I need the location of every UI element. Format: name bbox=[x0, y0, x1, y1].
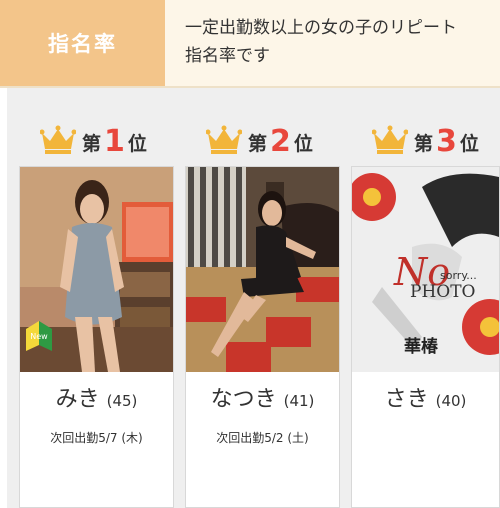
profile-photo[interactable]: New bbox=[20, 167, 173, 372]
description-line-1: 一定出勤数以上の女の子のリピート bbox=[185, 18, 457, 38]
tab-shimeiritsu[interactable]: 指名率 bbox=[0, 0, 165, 86]
no-photo-label: PHOTO bbox=[410, 282, 475, 302]
no-photo-sorry: sorry... bbox=[440, 269, 477, 282]
svg-text:New: New bbox=[30, 332, 48, 341]
rank-1-prefix: 第 bbox=[82, 133, 102, 155]
cast-name-text: みき bbox=[55, 387, 100, 412]
crown-icon bbox=[206, 125, 242, 154]
shop-logo: 華椿 bbox=[404, 336, 439, 357]
description-line-2: 指名率です bbox=[185, 46, 270, 66]
cast-age: (40) bbox=[435, 392, 467, 410]
cast-name[interactable]: なつき (41) bbox=[186, 381, 339, 413]
rank-3-suffix: 位 bbox=[459, 133, 479, 155]
rank-3-number: 3 bbox=[436, 124, 457, 159]
ranking-card-1[interactable]: New みき (45) 次回出勤5/7 (木) bbox=[19, 166, 174, 508]
rank-3-prefix: 第 bbox=[414, 133, 434, 155]
rank-2-suffix: 位 bbox=[293, 133, 313, 155]
cast-name-text: なつき bbox=[210, 387, 277, 412]
crown-icon bbox=[372, 125, 408, 154]
cast-name[interactable]: みき (45) bbox=[20, 381, 173, 413]
cast-name[interactable]: さき (40) bbox=[352, 381, 499, 413]
description: 一定出勤数以上の女の子のリピート 指名率です bbox=[165, 0, 500, 86]
rank-2-prefix: 第 bbox=[248, 133, 268, 155]
no-photo-image[interactable]: No sorry... PHOTO 華椿 bbox=[352, 167, 499, 372]
ranking-card-2[interactable]: なつき (41) 次回出勤5/2 (土) bbox=[185, 166, 340, 508]
rank-1-heading: 第 1 位 bbox=[40, 118, 147, 158]
next-work-date: 次回出勤5/2 (土) bbox=[216, 431, 309, 445]
rank-3-heading: 第 3 位 bbox=[372, 118, 479, 158]
rank-1-number: 1 bbox=[104, 124, 125, 159]
profile-photo[interactable] bbox=[186, 167, 339, 372]
rank-1-suffix: 位 bbox=[127, 133, 147, 155]
crown-icon bbox=[40, 125, 76, 154]
next-work-date: 次回出勤5/7 (木) bbox=[50, 431, 143, 445]
rank-2-heading: 第 2 位 bbox=[206, 118, 313, 158]
cast-age: (41) bbox=[283, 392, 315, 410]
header: 指名率 一定出勤数以上の女の子のリピート 指名率です bbox=[0, 0, 500, 86]
cast-name-text: さき bbox=[384, 387, 429, 412]
beginner-mark-icon: New bbox=[26, 321, 52, 351]
rank-2-number: 2 bbox=[270, 124, 291, 159]
cast-age: (45) bbox=[106, 392, 138, 410]
ranking-card-3[interactable]: No sorry... PHOTO 華椿 さき (40) bbox=[351, 166, 500, 508]
